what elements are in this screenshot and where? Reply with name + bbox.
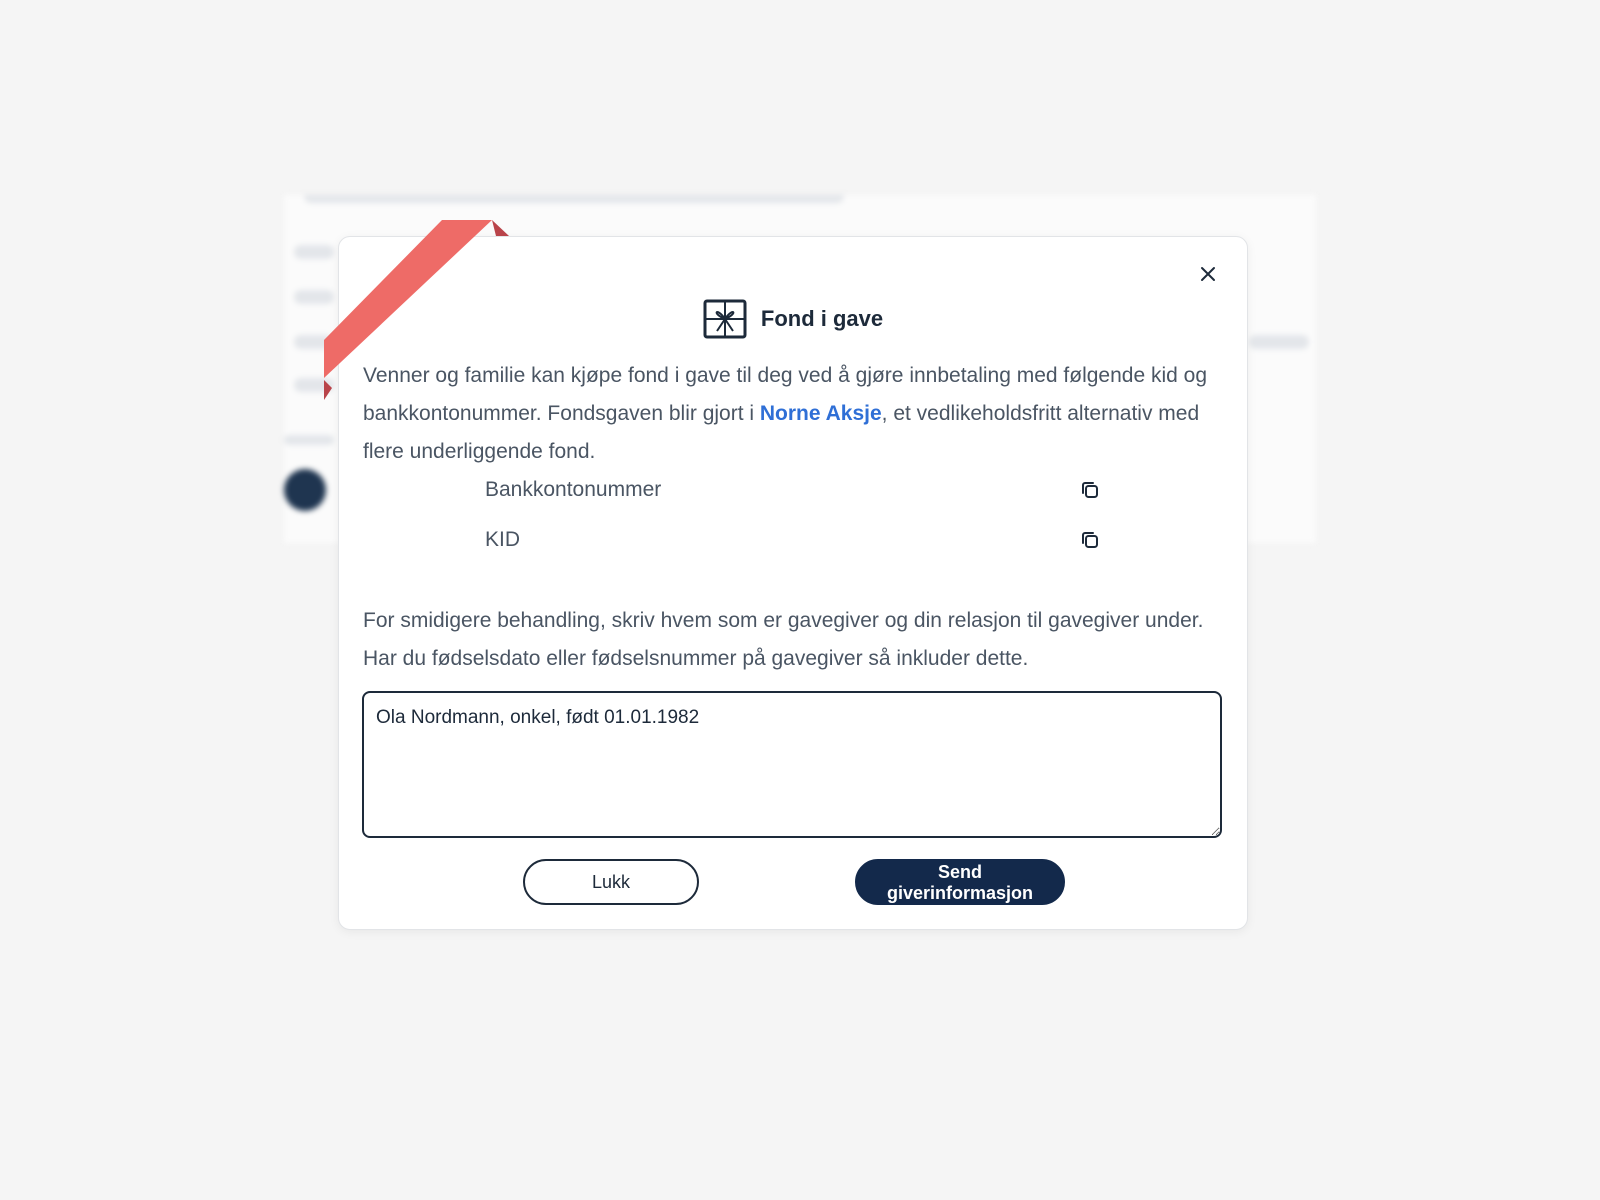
modal-title: Fond i gave xyxy=(760,306,884,331)
modal-header: Fond i gave xyxy=(339,299,1247,339)
copy-bank-account-button[interactable] xyxy=(1077,477,1103,503)
gift-fund-modal: Fond i gave Venner og familie kan kjøpe … xyxy=(338,236,1248,930)
background-text-line xyxy=(284,435,334,445)
background-text-line xyxy=(294,378,334,392)
background-text-line xyxy=(294,335,334,349)
intro-text: Venner og familie kan kjøpe fond i gave … xyxy=(363,357,1223,471)
background-avatar xyxy=(284,469,326,511)
copy-kid-button[interactable] xyxy=(1077,527,1103,553)
close-button[interactable] xyxy=(1193,259,1223,289)
gift-box-icon xyxy=(703,299,747,339)
copy-icon xyxy=(1082,482,1098,498)
send-giver-info-button[interactable]: Send giverinformasjon xyxy=(855,859,1065,905)
bank-account-label: Bankkontonummer xyxy=(485,478,662,501)
background-text-line xyxy=(294,290,334,304)
giver-info-input[interactable] xyxy=(362,691,1222,838)
background-text-line xyxy=(294,245,334,259)
background-text-line xyxy=(304,195,844,203)
giver-info-text: For smidigere behandling, skriv hvem som… xyxy=(363,609,1204,670)
kid-label: KID xyxy=(485,528,521,551)
norne-aksje-link[interactable]: Norne Aksje xyxy=(760,402,882,425)
close-icon xyxy=(1201,267,1215,281)
kid-row: KID xyxy=(485,525,1103,555)
background-text-line xyxy=(1249,335,1309,349)
close-modal-button[interactable]: Lukk xyxy=(523,859,699,905)
copy-icon xyxy=(1082,532,1098,548)
bank-account-row: Bankkontonummer xyxy=(485,475,1103,505)
